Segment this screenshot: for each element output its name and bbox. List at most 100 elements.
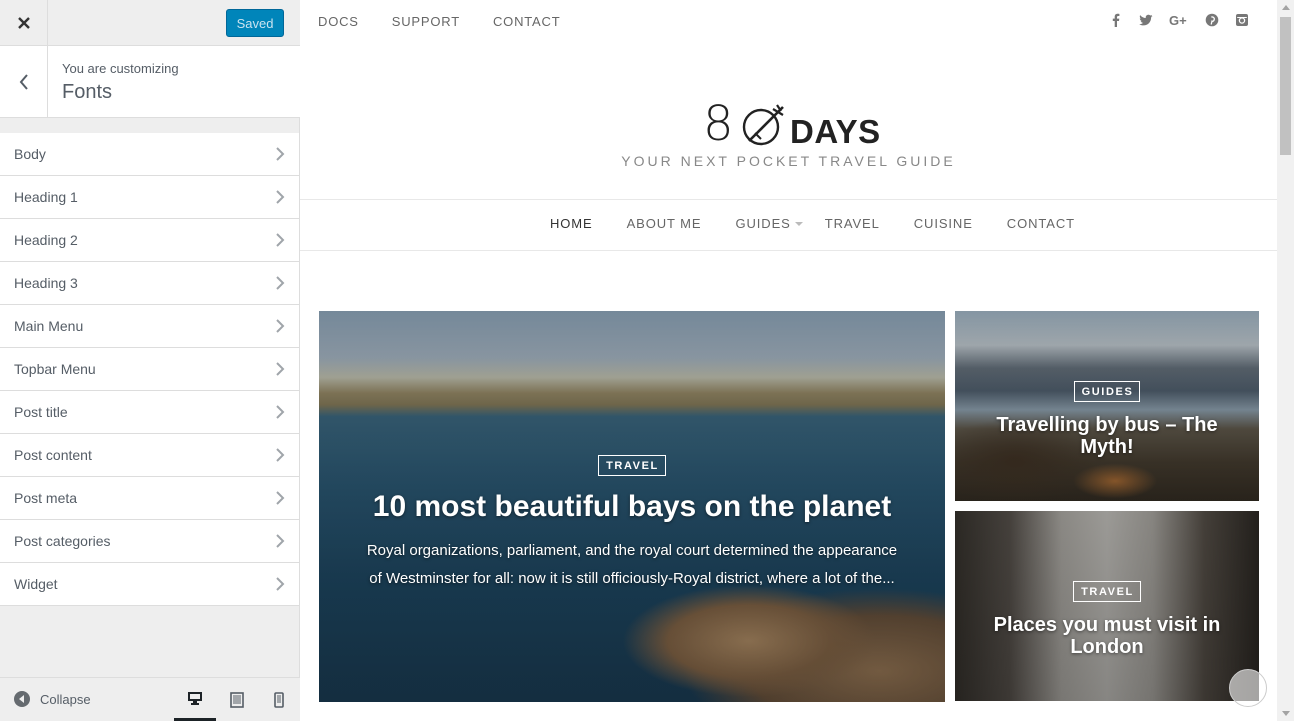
topbar: DOCS SUPPORT CONTACT G+ — [300, 0, 1277, 44]
font-section-heading-2[interactable]: Heading 2 — [0, 219, 300, 262]
close-button[interactable] — [0, 0, 48, 45]
svg-text:G+: G+ — [1169, 13, 1187, 27]
category-badge[interactable]: TRAVEL — [1073, 581, 1141, 602]
chevron-right-icon — [276, 233, 285, 247]
chevron-right-icon — [276, 276, 285, 290]
section-header: You are customizing Fonts — [0, 46, 300, 118]
font-section-topbar-menu[interactable]: Topbar Menu — [0, 348, 300, 391]
side-post-content: TRAVEL Places you must visit in London — [975, 581, 1239, 658]
font-section-post-meta[interactable]: Post meta — [0, 477, 300, 520]
section-title: Fonts — [62, 81, 113, 103]
font-section-label: Heading 2 — [14, 232, 78, 248]
font-section-post-title[interactable]: Post title — [0, 391, 300, 434]
site-logo[interactable]: 8 DAYS — [703, 96, 883, 152]
font-section-label: Post title — [14, 404, 68, 420]
nav-cuisine[interactable]: CUISINE — [914, 216, 973, 231]
customizer-app: Saved You are customizing Fonts Body Hea… — [0, 0, 1294, 721]
font-section-post-categories[interactable]: Post categories — [0, 520, 300, 563]
chevron-right-icon — [276, 362, 285, 376]
post-excerpt: Royal organizations, parliament, and the… — [366, 542, 898, 587]
font-section-label: Body — [14, 146, 46, 162]
device-preview-switcher — [174, 678, 300, 721]
font-section-label: Post content — [14, 447, 92, 463]
chevron-right-icon — [276, 319, 285, 333]
close-icon — [17, 16, 30, 29]
featured-post-content: TRAVEL 10 most beautiful bays on the pla… — [359, 455, 905, 593]
chevron-right-icon — [276, 147, 285, 161]
topbar-link-contact[interactable]: CONTACT — [493, 14, 560, 29]
tablet-icon — [230, 692, 244, 708]
chevron-left-icon — [19, 73, 28, 90]
chevron-right-icon — [276, 448, 285, 462]
font-section-label: Post categories — [14, 533, 111, 549]
logo-word: DAYS — [790, 113, 881, 150]
post-title[interactable]: Travelling by bus – The Myth! — [975, 414, 1239, 458]
font-section-label: Main Menu — [14, 318, 84, 334]
back-to-top-button[interactable] — [1229, 669, 1267, 707]
collapse-label: Collapse — [40, 691, 91, 707]
category-badge[interactable]: TRAVEL — [598, 455, 666, 476]
topbar-menu: DOCS SUPPORT CONTACT — [318, 14, 560, 29]
sidebar-header: Saved — [0, 0, 300, 46]
site-preview: DOCS SUPPORT CONTACT G+ 8 DAYS YOUR NEXT… — [300, 0, 1294, 721]
instagram-icon[interactable] — [1235, 13, 1249, 27]
nav-contact[interactable]: CONTACT — [1007, 216, 1075, 231]
nav-guides[interactable]: GUIDES — [735, 216, 803, 231]
nav-travel[interactable]: TRAVEL — [825, 216, 880, 231]
sidebar-footer: Collapse — [0, 677, 300, 721]
customizer-sidebar: Saved You are customizing Fonts Body Hea… — [0, 0, 300, 721]
main-menu: HOME ABOUT ME GUIDES TRAVEL CUISINE CONT… — [300, 199, 1277, 251]
font-section-main-menu[interactable]: Main Menu — [0, 305, 300, 348]
mobile-icon — [274, 692, 284, 708]
topbar-link-support[interactable]: SUPPORT — [392, 14, 460, 29]
side-post-card[interactable]: TRAVEL Places you must visit in London — [955, 511, 1259, 701]
side-post-card[interactable]: GUIDES Travelling by bus – The Myth! — [955, 311, 1259, 501]
category-badge[interactable]: GUIDES — [1073, 381, 1141, 402]
font-section-label: Widget — [14, 576, 58, 592]
font-section-widget[interactable]: Widget — [0, 563, 300, 606]
twitter-icon[interactable] — [1139, 13, 1153, 27]
font-sections-list: Body Heading 1 Heading 2 Heading 3 Main … — [0, 133, 300, 606]
collapse-arrow-icon — [14, 691, 30, 707]
dropdown-arrow-icon — [794, 222, 803, 226]
scroll-down-arrow-icon[interactable] — [1282, 711, 1290, 716]
font-section-label: Heading 3 — [14, 275, 78, 291]
font-section-label: Post meta — [14, 490, 78, 506]
collapse-button[interactable]: Collapse — [14, 691, 91, 707]
featured-post-card[interactable]: TRAVEL 10 most beautiful bays on the pla… — [319, 311, 945, 702]
device-desktop-button[interactable] — [174, 678, 216, 721]
post-title[interactable]: 10 most beautiful bays on the planet — [359, 490, 905, 523]
nav-guides-label: GUIDES — [735, 216, 791, 231]
google-plus-icon[interactable]: G+ — [1169, 13, 1189, 27]
side-post-content: GUIDES Travelling by bus – The Myth! — [975, 381, 1239, 458]
site-tagline: YOUR NEXT POCKET TRAVEL GUIDE — [621, 153, 956, 169]
font-section-body[interactable]: Body — [0, 133, 300, 176]
device-tablet-button[interactable] — [216, 678, 258, 721]
preview-scrollbar[interactable] — [1277, 0, 1294, 721]
back-button[interactable] — [0, 46, 48, 117]
nav-about-me[interactable]: ABOUT ME — [627, 216, 702, 231]
post-title[interactable]: Places you must visit in London — [975, 614, 1239, 658]
chevron-right-icon — [276, 491, 285, 505]
chevron-right-icon — [276, 534, 285, 548]
facebook-icon[interactable] — [1109, 13, 1123, 27]
topbar-link-docs[interactable]: DOCS — [318, 14, 359, 29]
scroll-up-arrow-icon[interactable] — [1282, 5, 1290, 10]
logo-number: 8 — [703, 96, 734, 152]
font-section-post-content[interactable]: Post content — [0, 434, 300, 477]
nav-home[interactable]: HOME — [550, 216, 593, 231]
font-section-heading-1[interactable]: Heading 1 — [0, 176, 300, 219]
chevron-right-icon — [276, 405, 285, 419]
chevron-right-icon — [276, 577, 285, 591]
chevron-right-icon — [276, 190, 285, 204]
desktop-icon — [188, 692, 202, 705]
saved-button[interactable]: Saved — [226, 9, 284, 37]
device-mobile-button[interactable] — [258, 678, 300, 721]
globe-plane-icon — [742, 104, 784, 146]
social-links: G+ — [1109, 13, 1249, 27]
font-section-label: Heading 1 — [14, 189, 78, 205]
pinterest-icon[interactable] — [1205, 13, 1219, 27]
font-section-heading-3[interactable]: Heading 3 — [0, 262, 300, 305]
font-section-label: Topbar Menu — [14, 361, 96, 377]
scrollbar-thumb[interactable] — [1280, 17, 1291, 155]
